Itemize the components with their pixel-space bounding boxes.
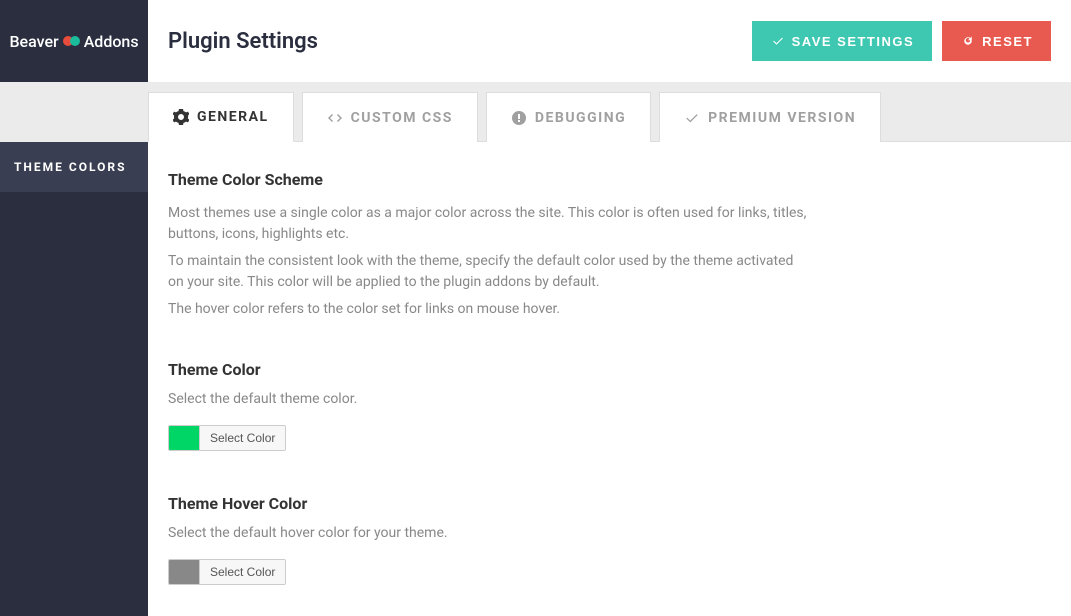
tab-premium[interactable]: PREMIUM VERSION (659, 92, 881, 142)
brand-post: Addons (84, 32, 139, 51)
check-icon (684, 110, 700, 126)
refresh-icon (960, 33, 976, 49)
main: Plugin Settings SAVE SETTINGS RESET (148, 0, 1071, 616)
select-color-button[interactable]: Select Color (199, 560, 285, 584)
theme-color-picker[interactable]: Select Color (168, 425, 286, 451)
select-color-button[interactable]: Select Color (199, 426, 285, 450)
sidebar: Beaver Addons THEME COLORS (0, 0, 148, 616)
code-icon (327, 110, 343, 126)
hover-color-picker[interactable]: Select Color (168, 559, 286, 585)
sidebar-gap (0, 82, 148, 142)
tab-label: PREMIUM VERSION (708, 110, 856, 126)
gear-icon (173, 109, 189, 125)
page-title: Plugin Settings (168, 29, 318, 54)
brand-logo: Beaver Addons (0, 0, 148, 82)
tabbar: GENERAL CUSTOM CSS DEBUGGING PREMIUM VER… (148, 82, 1071, 141)
check-icon (770, 33, 786, 49)
tab-label: GENERAL (197, 109, 269, 125)
reset-label: RESET (982, 34, 1033, 49)
brand-logo-icon (63, 36, 80, 46)
alert-icon (511, 110, 527, 126)
topbar-actions: SAVE SETTINGS RESET (752, 21, 1051, 61)
scheme-desc-2: To maintain the consistent look with the… (168, 251, 808, 293)
tab-label: DEBUGGING (535, 110, 626, 126)
scheme-desc-1: Most themes use a single color as a majo… (168, 203, 808, 245)
save-label: SAVE SETTINGS (792, 34, 915, 49)
content: Theme Color Scheme Most themes use a sin… (148, 141, 1071, 616)
topbar: Plugin Settings SAVE SETTINGS RESET (148, 0, 1071, 82)
tab-debugging[interactable]: DEBUGGING (486, 92, 651, 142)
hover-color-field: Theme Hover Color Select the default hov… (168, 494, 1051, 588)
reset-button[interactable]: RESET (942, 21, 1051, 61)
tab-label: CUSTOM CSS (351, 110, 453, 126)
sidebar-item-label: THEME COLORS (14, 160, 127, 174)
hover-color-title: Theme Hover Color (168, 494, 1051, 513)
tab-general[interactable]: GENERAL (148, 92, 294, 142)
theme-color-field: Theme Color Select the default theme col… (168, 360, 1051, 454)
hover-color-desc: Select the default hover color for your … (168, 525, 1051, 541)
theme-color-desc: Select the default theme color. (168, 391, 1051, 407)
scheme-desc-3: The hover color refers to the color set … (168, 299, 808, 320)
scheme-title: Theme Color Scheme (168, 170, 1051, 189)
brand-pre: Beaver (9, 32, 58, 51)
theme-color-swatch[interactable] (169, 426, 199, 450)
hover-color-swatch[interactable] (169, 560, 199, 584)
save-settings-button[interactable]: SAVE SETTINGS (752, 21, 933, 61)
tab-custom-css[interactable]: CUSTOM CSS (302, 92, 478, 142)
theme-color-title: Theme Color (168, 360, 1051, 379)
sidebar-item-theme-colors[interactable]: THEME COLORS (0, 142, 148, 192)
